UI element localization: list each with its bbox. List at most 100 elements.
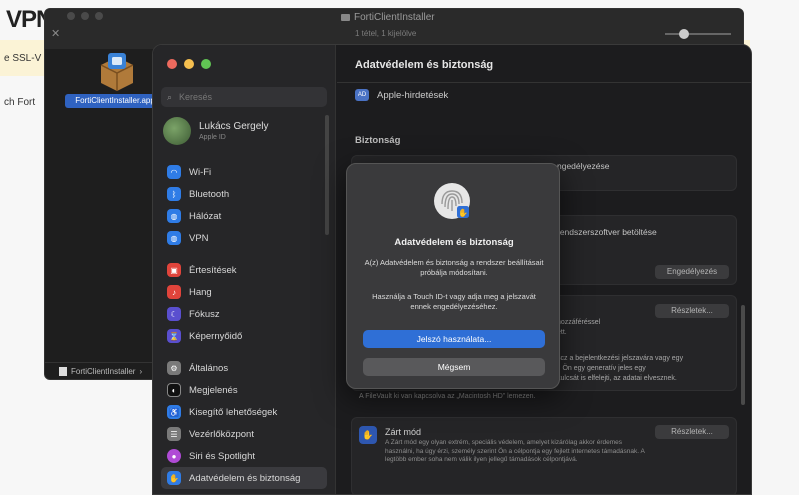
lockdown-description: A Zárt mód egy olyan extrém, speciális v… bbox=[385, 439, 645, 463]
dialog-title: Adatvédelem és biztonság bbox=[394, 237, 514, 248]
icon-size-slider[interactable] bbox=[665, 33, 731, 35]
network-icon: ◍ bbox=[167, 209, 181, 223]
path-item[interactable]: FortiClientInstaller bbox=[71, 363, 135, 381]
sidebar-item-notifications[interactable]: ▣ Értesítések bbox=[161, 259, 327, 281]
sidebar-item-label: Kisegítő lehetőségek bbox=[189, 406, 278, 418]
folder-icon bbox=[341, 14, 350, 21]
dialog-instruction: Használja a Touch ID-t vagy adja meg a j… bbox=[372, 292, 536, 311]
finder-title: FortiClientInstaller bbox=[341, 12, 435, 23]
use-password-button[interactable]: Jelszó használata... bbox=[363, 330, 545, 348]
hand-icon: ✋ bbox=[359, 426, 377, 444]
sidebar-item-label: Hálózat bbox=[189, 210, 222, 222]
apple-id-account[interactable]: Lukács Gergely Apple ID bbox=[163, 117, 268, 145]
apple-ads-row[interactable]: AD Apple-hirdetések bbox=[355, 89, 448, 101]
sidebar-item-label: Siri és Spotlight bbox=[189, 450, 256, 462]
security-section-label: Biztonság bbox=[355, 135, 401, 146]
sidebar-item-accessibility[interactable]: ♿ Kisegítő lehetőségek bbox=[161, 401, 327, 423]
filevault-long-text3: kulcsát is elfelejti, az adatai elveszne… bbox=[557, 375, 677, 382]
ad-icon: AD bbox=[355, 89, 369, 101]
sidebar-item-control-center[interactable]: ☰ Vezérlőközpont bbox=[161, 423, 327, 445]
window-controls bbox=[167, 59, 211, 69]
sidebar-item-label: Képernyőidő bbox=[189, 330, 243, 342]
sidebar-item-label: Vezérlőközpont bbox=[189, 428, 254, 440]
filevault-short-text: hozzáféréssel bbox=[557, 319, 601, 326]
sidebar-item-appearance[interactable]: ◐ Megjelenés bbox=[161, 379, 327, 401]
sidebar-item-wifi[interactable]: ◠ Wi-Fi bbox=[161, 161, 327, 183]
search-input[interactable]: ⌕ Keresés bbox=[161, 87, 327, 107]
lockdown-title: Zárt mód bbox=[385, 427, 422, 437]
finder-window-controls bbox=[67, 12, 103, 20]
sidebar-item-general[interactable]: ⚙ Általános bbox=[161, 357, 327, 379]
focus-icon: ☾ bbox=[167, 307, 181, 321]
finder-status: 1 tétel, 1 kijelölve bbox=[355, 29, 417, 38]
zoom-button[interactable] bbox=[201, 59, 211, 69]
finder-zoom-dot[interactable] bbox=[95, 12, 103, 20]
enable-button[interactable]: Engedélyezés bbox=[655, 265, 729, 279]
avatar bbox=[163, 117, 191, 145]
lockdown-details-button[interactable]: Részletek... bbox=[655, 425, 729, 439]
sidebar-item-bluetooth[interactable]: ᛒ Bluetooth bbox=[161, 183, 327, 205]
installer-package-icon[interactable] bbox=[95, 49, 139, 93]
minimize-button[interactable] bbox=[184, 59, 194, 69]
sidebar-item-sound[interactable]: ♪ Hang bbox=[161, 281, 327, 303]
sidebar-item-label: Általános bbox=[189, 362, 229, 374]
sidebar-item-label: Értesítések bbox=[189, 264, 237, 276]
account-name: Lukács Gergely bbox=[199, 121, 269, 132]
sidebar-scrollbar[interactable] bbox=[325, 115, 329, 235]
filevault-long-text2: l. Ön egy generatív jeles egy bbox=[557, 365, 646, 372]
dialog-message: A(z) Adatvédelem és biztonság a rendszer… bbox=[364, 258, 544, 277]
general-icon: ⚙ bbox=[167, 361, 181, 375]
finder-title-text: FortiClientInstaller bbox=[354, 12, 435, 23]
sidebar-item-label: Wi-Fi bbox=[189, 166, 212, 178]
touch-id-icon: ✋ bbox=[434, 183, 470, 219]
sidebar-item-label: Adatvédelem és biztonság bbox=[189, 472, 301, 484]
header-divider bbox=[337, 82, 751, 83]
document-icon bbox=[59, 367, 67, 376]
sidebar-item-label: Hang bbox=[189, 286, 212, 298]
sound-icon: ♪ bbox=[167, 285, 181, 299]
installer-file-label[interactable]: FortiClientInstaller.app bbox=[65, 94, 165, 108]
sidebar-item-focus[interactable]: ☾ Fókusz bbox=[161, 303, 327, 325]
finder-close-dot[interactable] bbox=[67, 12, 75, 20]
page-title: Adatvédelem és biztonság bbox=[355, 59, 494, 71]
vpn-icon: ◍ bbox=[167, 231, 181, 245]
screen-time-icon: ⌛ bbox=[167, 329, 181, 343]
icon-size-slider-knob[interactable] bbox=[679, 29, 689, 39]
path-separator: › bbox=[139, 366, 143, 376]
sidebar-item-siri[interactable]: ● Siri és Spotlight bbox=[161, 445, 327, 467]
sidebar-item-privacy[interactable]: ✋ Adatvédelem és biztonság bbox=[161, 467, 327, 489]
cancel-button[interactable]: Mégsem bbox=[363, 358, 545, 376]
sidebar-item-label: VPN bbox=[189, 232, 209, 244]
sidebar-item-label: Megjelenés bbox=[189, 384, 238, 396]
filevault-status: A FileVault ki van kapcsolva az „Macinto… bbox=[359, 393, 536, 400]
background-side-text: ch Fort bbox=[4, 97, 36, 108]
filevault-long-text1: scz a bejelentkezési jelszavára vagy egy bbox=[557, 355, 684, 362]
control-center-icon: ☰ bbox=[167, 427, 181, 441]
filevault-details-button[interactable]: Részletek... bbox=[655, 304, 729, 318]
accessibility-icon: ♿ bbox=[167, 405, 181, 419]
close-button[interactable] bbox=[167, 59, 177, 69]
privacy-icon: ✋ bbox=[167, 471, 181, 485]
enable-text: ngedélyezése bbox=[557, 161, 610, 171]
finder-minimize-dot[interactable] bbox=[81, 12, 89, 20]
main-scrollbar[interactable] bbox=[741, 305, 745, 405]
sidebar-item-label: Fókusz bbox=[189, 308, 220, 320]
notifications-icon: ▣ bbox=[167, 263, 181, 277]
sidebar-item-screen-time[interactable]: ⌛ Képernyőidő bbox=[161, 325, 327, 347]
siri-icon: ● bbox=[167, 449, 181, 463]
close-icon[interactable]: ✕ bbox=[51, 27, 60, 40]
background-banner-text: e SSL-V bbox=[4, 53, 42, 64]
wifi-icon: ◠ bbox=[167, 165, 181, 179]
system-software-text: rendszerszoftver betöltése bbox=[557, 227, 657, 237]
sidebar-list: ◠ Wi-Fi ᛒ Bluetooth ◍ Hálózat ◍ VPN ▣ Értesít… bbox=[161, 161, 327, 489]
bluetooth-icon: ᛒ bbox=[167, 187, 181, 201]
sidebar-item-vpn[interactable]: ◍ VPN bbox=[161, 227, 327, 249]
background-right-strip bbox=[750, 40, 799, 495]
account-subtitle: Apple ID bbox=[199, 134, 226, 141]
search-icon: ⌕ bbox=[167, 92, 173, 102]
apple-ads-label: Apple-hirdetések bbox=[377, 89, 449, 101]
search-placeholder: Keresés bbox=[179, 92, 213, 102]
svg-text:✋: ✋ bbox=[458, 208, 468, 218]
sidebar-item-label: Bluetooth bbox=[189, 188, 230, 200]
sidebar-item-network[interactable]: ◍ Hálózat bbox=[161, 205, 327, 227]
